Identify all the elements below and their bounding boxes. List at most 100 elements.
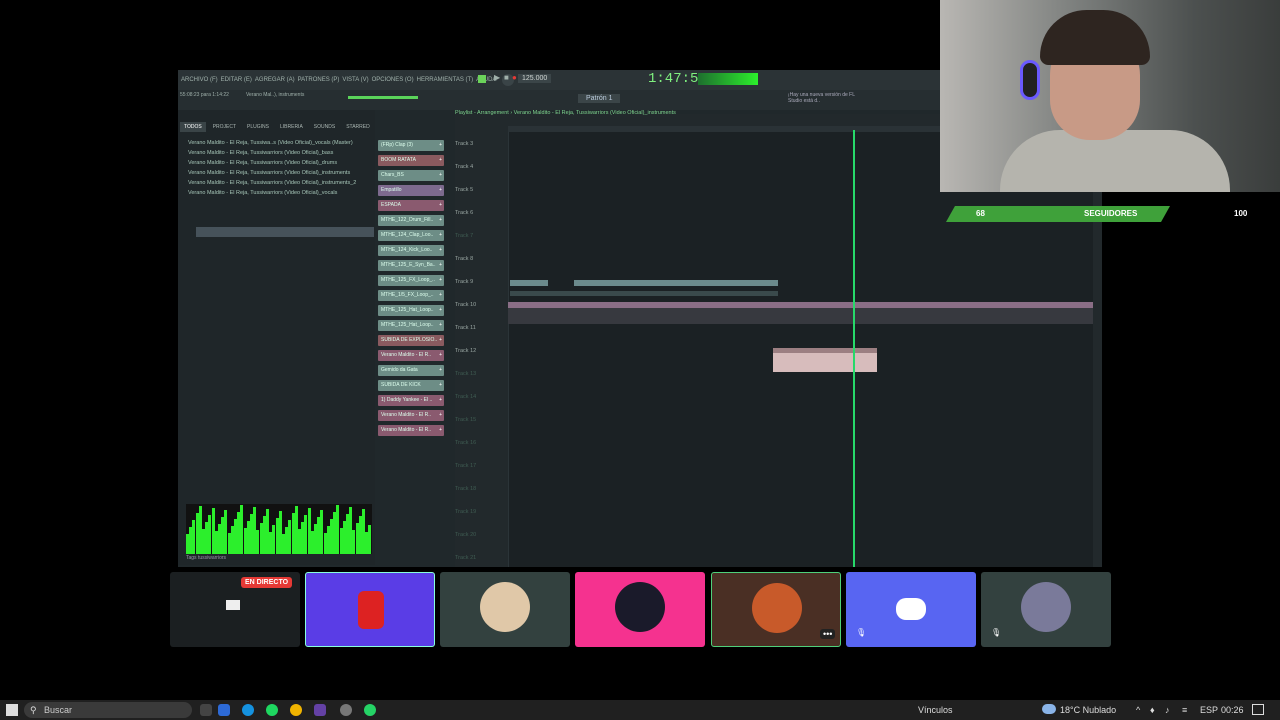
channel-add-icon[interactable]: + — [439, 350, 442, 361]
vocals-clip[interactable]: Verano Maldito - El Reja, Tussiwarriors … — [508, 302, 1093, 324]
record-icon[interactable]: ● — [512, 73, 517, 82]
channel-add-icon[interactable]: + — [439, 320, 442, 331]
weather-text[interactable]: 18°C Nublado — [1060, 705, 1116, 715]
channel-add-icon[interactable]: + — [439, 425, 442, 436]
chevron-up-icon[interactable]: ^ — [1136, 705, 1140, 715]
taskbar-search[interactable]: ⚲ Buscar — [24, 702, 192, 718]
playlist-clip[interactable] — [510, 280, 548, 286]
track-label[interactable]: Track 14 — [455, 394, 485, 400]
update-notice[interactable]: ¡Hay una nueva versión de FL Studio está… — [788, 92, 858, 104]
track-label[interactable]: Track 19 — [455, 509, 485, 515]
microphone-icon[interactable]: ♦ — [1150, 705, 1155, 715]
browser-item[interactable]: Verano Maldito - El Reja, Tussiwarriors … — [188, 158, 356, 168]
tab-project[interactable]: PROJECT — [209, 122, 240, 132]
edge-icon[interactable] — [242, 704, 254, 716]
task-view-icon[interactable] — [200, 704, 212, 716]
channel-button[interactable]: 1) Daddy Yankee - El .. + — [378, 395, 444, 406]
track-label[interactable]: Track 11 — [455, 325, 485, 331]
twitch-icon[interactable] — [314, 704, 326, 716]
channel-button[interactable]: MTHE_1/5_FX_Loop_.. + — [378, 290, 444, 301]
participant-tile[interactable] — [575, 572, 705, 647]
channel-add-icon[interactable]: + — [439, 245, 442, 256]
track-label[interactable]: Track 21 — [455, 555, 485, 561]
playlist-clip[interactable] — [574, 280, 778, 286]
channel-button[interactable]: ESPADA + — [378, 200, 444, 211]
tab-todos[interactable]: TODOS — [180, 122, 206, 132]
track-label[interactable]: Track 10 — [455, 302, 485, 308]
track-label[interactable]: Track 7 — [455, 233, 485, 239]
clock[interactable]: 00:26 — [1221, 705, 1244, 715]
links-toolbar[interactable]: Vínculos — [918, 705, 953, 715]
channel-button[interactable]: Verano Maldito - El R.. + — [378, 350, 444, 361]
instruments-clip[interactable]: Verano Maldito - El Re..s Oficial)_instr… — [773, 348, 877, 372]
playlist-clip[interactable] — [510, 291, 778, 296]
chrome-icon[interactable] — [290, 704, 302, 716]
browser-item[interactable]: Verano Maldito - El Reja, Tussiwarriors … — [188, 168, 356, 178]
channel-add-icon[interactable]: + — [439, 185, 442, 196]
browser-item[interactable]: Verano Maldito - El Reja, Tussiwarriors … — [188, 178, 356, 188]
channel-button[interactable]: MTHE_124_Kick_Loo.. + — [378, 245, 444, 256]
channel-button[interactable]: MTHE_125_Hat_Loop.. + — [378, 320, 444, 331]
channel-add-icon[interactable]: + — [439, 200, 442, 211]
obs-icon[interactable] — [340, 704, 352, 716]
menu-vista[interactable]: VISTA (V) — [342, 77, 368, 83]
notification-icon[interactable] — [1252, 704, 1264, 715]
track-label[interactable]: Track 12 — [455, 348, 485, 354]
stop-icon[interactable]: ■ — [504, 73, 509, 82]
track-label[interactable]: Track 3 — [455, 141, 485, 147]
menu-agregar[interactable]: AGREGAR (A) — [255, 77, 295, 83]
track-label[interactable]: Track 16 — [455, 440, 485, 446]
track-label[interactable]: Track 20 — [455, 532, 485, 538]
channel-button[interactable]: Chars_BS + — [378, 170, 444, 181]
channel-button[interactable]: Gemido da Gata + — [378, 365, 444, 376]
track-label[interactable]: Track 18 — [455, 486, 485, 492]
channel-add-icon[interactable]: + — [439, 380, 442, 391]
channel-button[interactable]: SUBIDA DE KICK + — [378, 380, 444, 391]
channel-button[interactable]: Verano Maldito - El R.. + — [378, 425, 444, 436]
network-icon[interactable]: ≡ — [1182, 705, 1187, 715]
channel-add-icon[interactable]: + — [439, 275, 442, 286]
tempo-display[interactable]: 125.000 — [518, 74, 552, 83]
track-label[interactable]: Track 13 — [455, 371, 485, 377]
channel-button[interactable]: MTHE_124_Clap_Loo.. + — [378, 230, 444, 241]
whatsapp-icon[interactable] — [364, 704, 376, 716]
channel-add-icon[interactable]: + — [439, 170, 442, 181]
tab-sounds[interactable]: SOUNDS — [310, 122, 339, 132]
track-label[interactable]: Track 15 — [455, 417, 485, 423]
track-label[interactable]: Track 8 — [455, 256, 485, 262]
playhead[interactable] — [853, 130, 855, 567]
channel-add-icon[interactable]: + — [439, 290, 442, 301]
channel-add-icon[interactable]: + — [439, 410, 442, 421]
menu-herramientas[interactable]: HERRAMIENTAS (T) — [417, 77, 474, 83]
menu-archivo[interactable]: ARCHIVO (F) — [181, 77, 218, 83]
track-label[interactable]: Track 6 — [455, 210, 485, 216]
channel-button[interactable]: MTHE_122_Drum_Fill.. + — [378, 215, 444, 226]
participant-tile[interactable] — [440, 572, 570, 647]
channel-add-icon[interactable]: + — [439, 335, 442, 346]
windows-start-icon[interactable] — [6, 704, 18, 716]
browser-item[interactable]: Verano Maldito - El Reja, Tussiwarriors … — [188, 148, 356, 158]
channel-add-icon[interactable]: + — [439, 305, 442, 316]
play-icon[interactable]: ▶ — [494, 73, 500, 82]
channel-button[interactable]: BOOM RATATA + — [378, 155, 444, 166]
browser-item[interactable]: Verano Maldito - El Reja, Tussiwarriors … — [188, 188, 356, 198]
channel-button[interactable]: MTHE_125_Hat_Loop.. + — [378, 305, 444, 316]
tab-starred[interactable]: STARRED — [342, 122, 374, 132]
track-label[interactable]: Track 4 — [455, 164, 485, 170]
master-volume-slider[interactable] — [348, 96, 418, 99]
more-options-icon[interactable]: ••• — [820, 629, 836, 639]
menu-patrones[interactable]: PATRONES (P) — [298, 77, 340, 83]
track-label[interactable]: Track 5 — [455, 187, 485, 193]
channel-button[interactable]: SUBIDA DE EXPLOSIO.. + — [378, 335, 444, 346]
channel-add-icon[interactable]: + — [439, 140, 442, 151]
channel-button[interactable]: (FRp) Clap (3) + — [378, 140, 444, 151]
speaker-icon[interactable]: ♪ — [1165, 705, 1170, 715]
channel-add-icon[interactable]: + — [439, 395, 442, 406]
participant-tile[interactable]: ••• — [711, 572, 841, 647]
channel-button[interactable]: MTHE_125_E_Syn_Ba.. + — [378, 260, 444, 271]
tab-plugins[interactable]: PLUGINS — [243, 122, 273, 132]
browser-item[interactable]: Verano Maldito - El Reja, Tussiwa..s (Vi… — [188, 138, 356, 148]
channel-button[interactable]: MTHE_125_FX_Loop_.. + — [378, 275, 444, 286]
channel-add-icon[interactable]: + — [439, 365, 442, 376]
steam-icon[interactable] — [218, 704, 230, 716]
